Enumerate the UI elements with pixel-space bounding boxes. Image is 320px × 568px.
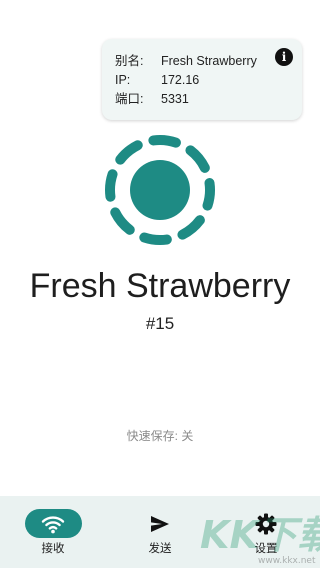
device-name: Fresh Strawberry — [29, 267, 291, 305]
port-label: 端口: — [115, 92, 144, 106]
nav-label-receive: 接收 — [41, 543, 65, 555]
device-info-card: 别名: Fresh Strawberry IP: 172.16 端口: 5331 — [102, 39, 302, 120]
ip-label: IP: — [115, 73, 131, 87]
wifi-icon — [41, 516, 65, 534]
alias-value: Fresh Strawberry — [161, 54, 257, 68]
info-icon[interactable]: i — [275, 48, 293, 66]
app-screen: 别名: Fresh Strawberry IP: 172.16 端口: 5331 i … — [0, 0, 320, 568]
ip-row: IP: 172.16 — [115, 71, 199, 89]
alias-label: 别名: — [115, 54, 144, 68]
ip-value: 172.16 — [161, 73, 200, 87]
app-logo-icon — [105, 135, 215, 245]
port-value: 5331 — [161, 92, 189, 106]
quick-save-status[interactable]: 快速保存: 关 — [0, 427, 320, 445]
alias-row: 别名: Fresh Strawberry — [115, 52, 257, 70]
nav-item-receive[interactable]: 接收 — [0, 496, 106, 568]
watermark-url: www.kkx.net — [258, 556, 316, 566]
send-icon — [151, 516, 169, 532]
watermark-text: KK下载 — [200, 513, 320, 557]
device-number: #15 — [145, 314, 175, 333]
watermark-logo: KK下载 www.kkx.net — [200, 513, 320, 566]
port-row: 端口: 5331 — [115, 90, 189, 108]
